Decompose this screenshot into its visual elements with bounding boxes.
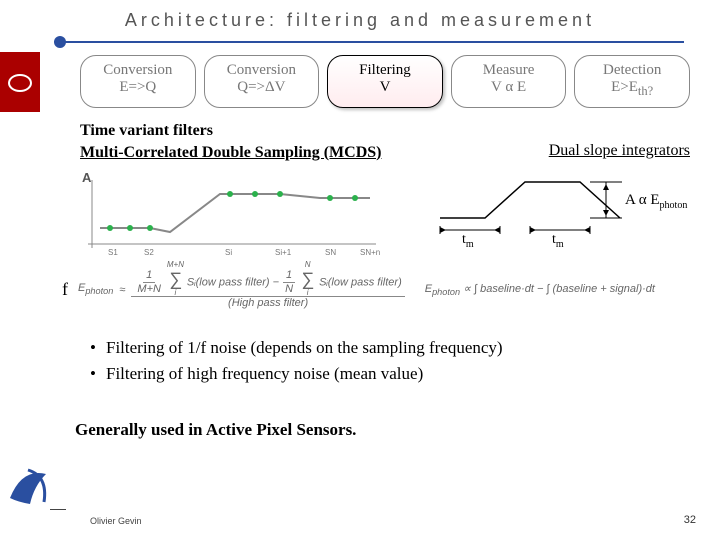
- org-logo-left: [0, 52, 40, 112]
- sigma-icon: ∑ N i: [299, 270, 316, 288]
- bullet-item: Filtering of 1/f noise (depends on the s…: [90, 335, 680, 361]
- chain-step-sub: E>Eth?: [577, 79, 687, 98]
- svg-text:Si: Si: [225, 248, 232, 257]
- svg-text:SN+n: SN+n: [360, 248, 380, 257]
- title-rule-line: [60, 41, 684, 43]
- slide: Architecture: filtering and measurement …: [0, 0, 720, 540]
- subheadings: Time variant filters Multi-Correlated Do…: [80, 120, 690, 163]
- formula-rhs: Ephoton ∝ ∫ baseline·dt − ∫ (baseline + …: [425, 282, 655, 297]
- subheading-line1: Time variant filters: [80, 120, 690, 142]
- svg-text:Si+1: Si+1: [275, 248, 292, 257]
- chain-step-title: Filtering: [330, 62, 440, 79]
- chain-step-sub: V: [330, 79, 440, 96]
- amplitude-relation: A α Ephoton: [625, 192, 687, 211]
- formula-left-label: f: [62, 279, 68, 300]
- dual-slope-diagram: tm tm A α Ephoton: [430, 170, 690, 280]
- processing-chain: Conversion E=>Q Conversion Q=>ΔV Filteri…: [80, 55, 690, 108]
- chain-step-sub: E=>Q: [83, 79, 193, 96]
- chain-step-detection: Detection E>Eth?: [574, 55, 690, 108]
- approx-sign: ≈: [119, 284, 125, 296]
- svg-text:S2: S2: [144, 248, 154, 257]
- formula-row: f Ephoton ≈ 1 M+N ∑ M+N i Sᵢ(low pass fi…: [62, 270, 690, 309]
- closing-statement: Generally used in Active Pixel Sensors.: [75, 420, 356, 440]
- chain-step-title: Conversion: [83, 62, 193, 79]
- chain-step-title: Conversion: [207, 62, 317, 79]
- chain-step-sub: Q=>ΔV: [207, 79, 317, 96]
- mcds-diagram: A S1S2 SiSi+1 SNSN+n: [80, 170, 380, 260]
- chain-step-conversion-eq: Conversion E=>Q: [80, 55, 196, 108]
- footer-page-number: 32: [684, 514, 696, 526]
- footer-rule: [50, 509, 66, 510]
- chain-step-filtering: Filtering V: [327, 55, 443, 108]
- footer-author: Olivier Gevin: [90, 516, 142, 526]
- org-logo-corner: [4, 462, 52, 510]
- bullet-list: Filtering of 1/f noise (depends on the s…: [90, 335, 680, 386]
- chain-step-conversion-qv: Conversion Q=>ΔV: [204, 55, 320, 108]
- slide-title: Architecture: filtering and measurement: [0, 0, 720, 31]
- fraction-1: 1 M+N ∑ M+N i Sᵢ(low pass filter) − 1 N …: [131, 270, 404, 309]
- tm-label-2: tm: [552, 232, 564, 250]
- bullet-item: Filtering of high frequency noise (mean …: [90, 361, 680, 387]
- chain-step-title: Detection: [577, 62, 687, 79]
- title-rule: [60, 37, 684, 47]
- svg-text:SN: SN: [325, 248, 336, 257]
- subheading-right: Dual slope integrators: [549, 142, 690, 160]
- mcds-waveform-icon: S1 S2 Si Si+1 SN SN+n: [80, 170, 380, 260]
- chain-step-measure: Measure V α E: [451, 55, 567, 108]
- chain-step-sub: V α E: [454, 79, 564, 96]
- dual-slope-icon: [430, 170, 690, 280]
- svg-text:S1: S1: [108, 248, 118, 257]
- chain-step-title: Measure: [454, 62, 564, 79]
- sigma-icon: ∑ M+N i: [167, 270, 184, 288]
- formula-lhs: Ephoton: [78, 282, 113, 296]
- tm-label-1: tm: [462, 232, 474, 250]
